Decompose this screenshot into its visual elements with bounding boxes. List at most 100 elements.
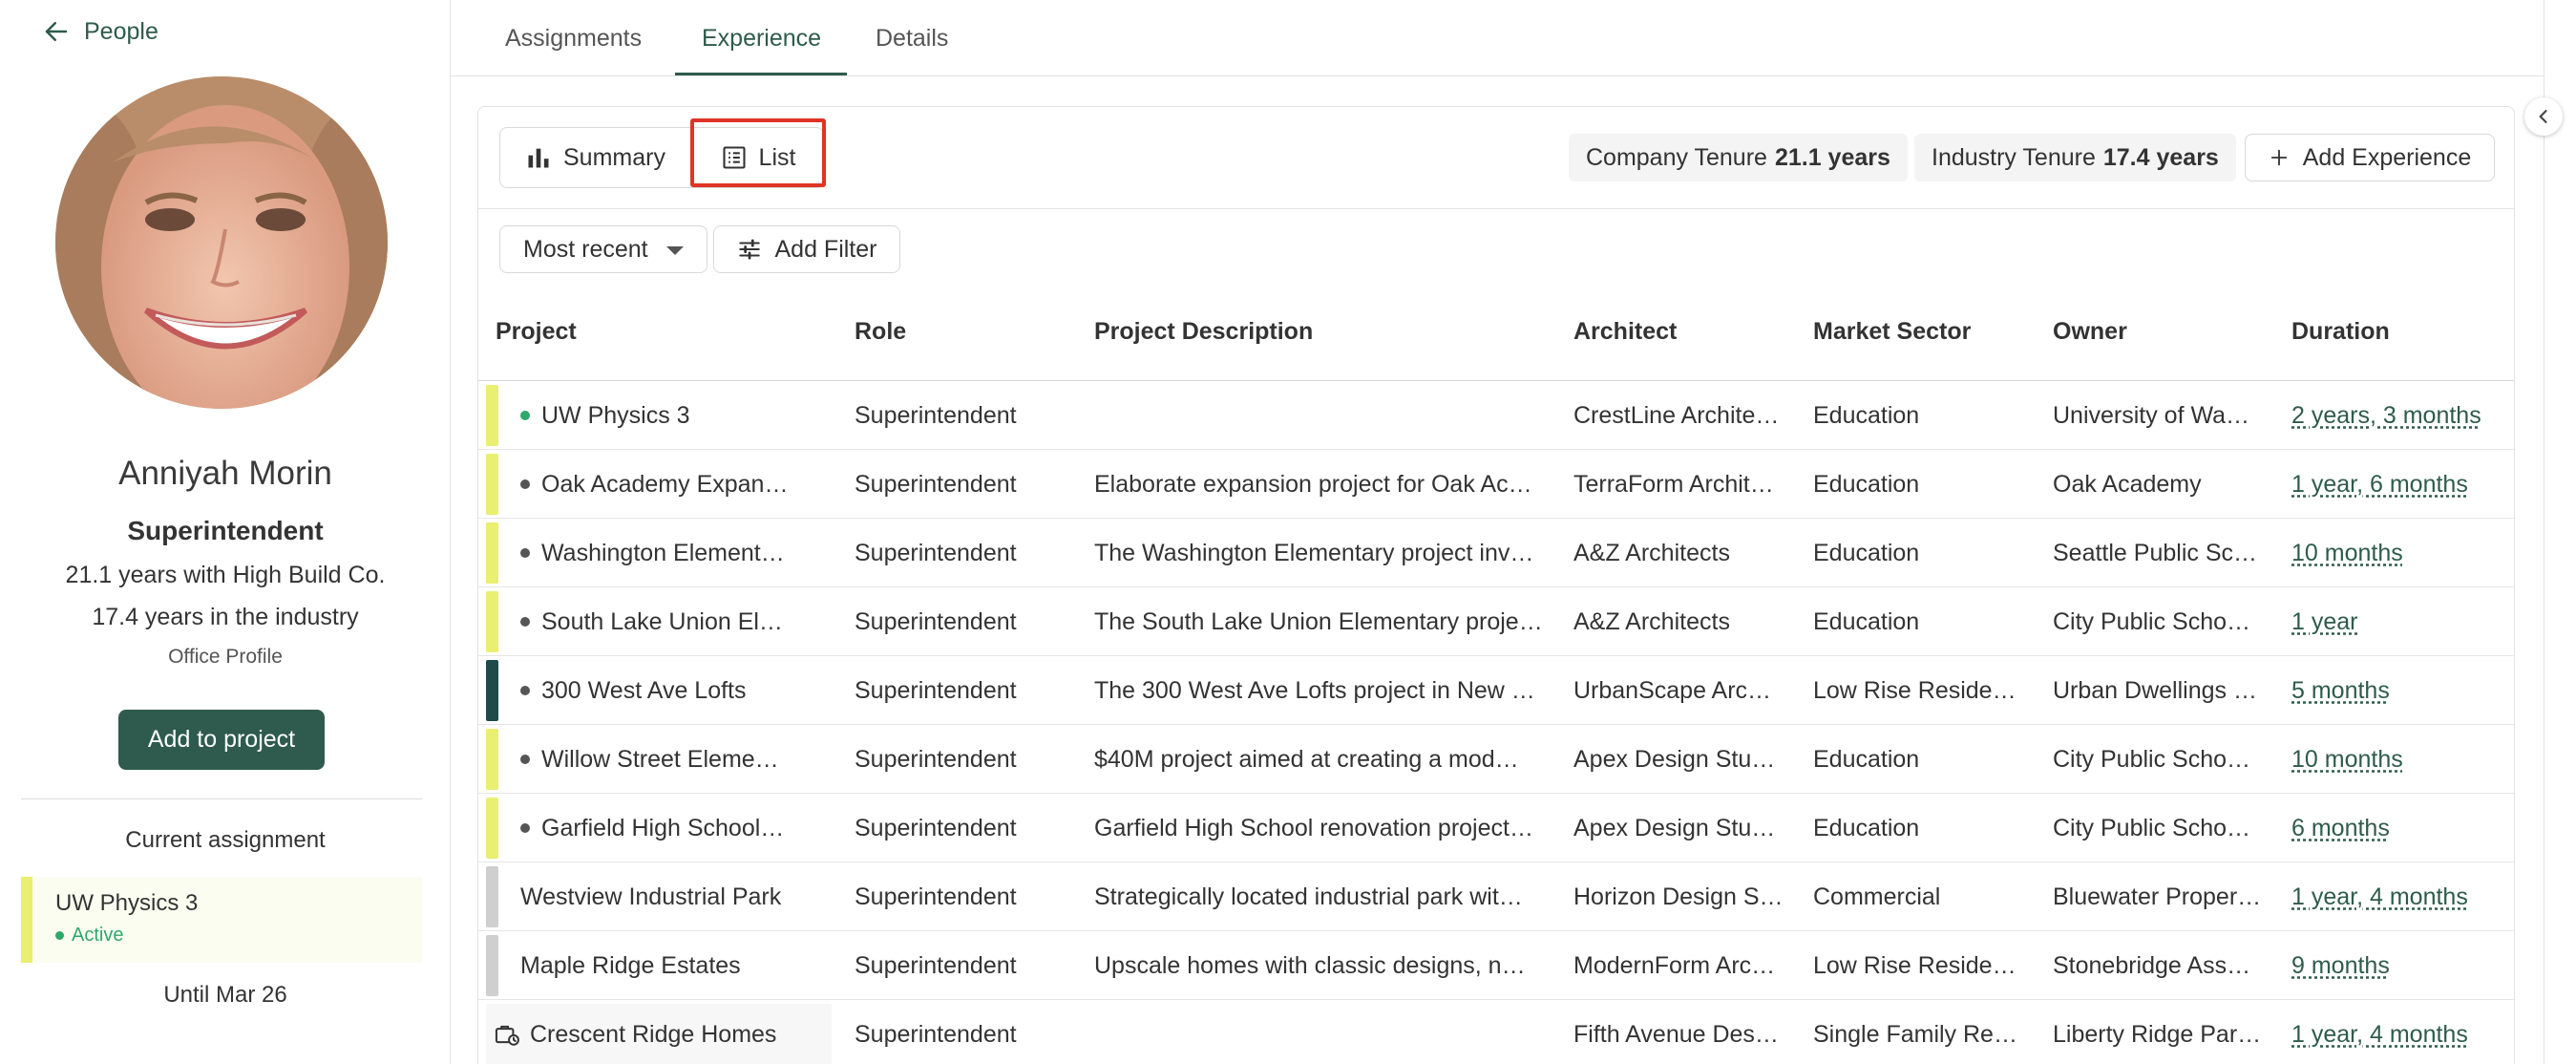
person-role: Superintendent	[127, 516, 324, 545]
column-header-owner[interactable]: Owner	[2053, 318, 2127, 346]
role-cell: Superintendent	[855, 745, 1017, 773]
description-cell: $40M project aimed at creating a mod…	[1094, 745, 1519, 773]
project-cell: Westview Industrial Park	[520, 883, 782, 910]
owner-cell: City Public Scho…	[2053, 814, 2251, 841]
column-header-duration[interactable]: Duration	[2291, 318, 2390, 346]
duration-link[interactable]: 10 months	[2291, 540, 2403, 567]
sector-color-bar	[486, 866, 498, 927]
list-icon	[722, 146, 746, 169]
industry-tenure-label: Industry Tenure	[1932, 143, 2096, 171]
architect-cell: Horizon Design S…	[1573, 883, 1784, 910]
project-cell: Washington Element…	[520, 519, 835, 587]
table-row[interactable]: Garfield High School… Superintendent Gar…	[478, 794, 2514, 862]
role-cell: Superintendent	[855, 1020, 1017, 1048]
description-cell: The Washington Elementary project inv…	[1094, 539, 1534, 566]
table-row[interactable]: Willow Street Eleme… Superintendent $40M…	[478, 725, 2514, 794]
sector-color-bar	[486, 385, 498, 446]
industry-tenure-pill: Industry Tenure 17.4 years	[1914, 134, 2236, 181]
dot-icon	[520, 548, 530, 558]
tab-assignments[interactable]: Assignments	[505, 0, 642, 76]
duration-cell: 1 year, 6 months	[2291, 450, 2511, 519]
industry-tenure-value: 17.4 years	[2102, 143, 2219, 171]
duration-link[interactable]: 6 months	[2291, 815, 2390, 842]
company-years-text: 21.1 years with High Build Co.	[65, 562, 386, 588]
owner-cell: Urban Dwellings …	[2053, 676, 2257, 704]
sector-color-bar	[486, 935, 498, 996]
duration-cell: 6 months	[2291, 794, 2511, 862]
table-header: Project Role Project Description Archite…	[478, 286, 2514, 381]
tab-details[interactable]: Details	[876, 0, 948, 76]
description-cell	[1094, 1000, 1562, 1064]
sector-color-bar	[486, 522, 498, 584]
column-header-architect[interactable]: Architect	[1573, 318, 1677, 346]
project-cell: Maple Ridge Estates	[520, 951, 741, 979]
column-header-market-sector[interactable]: Market Sector	[1813, 318, 1971, 346]
duration-link[interactable]: 10 months	[2291, 746, 2403, 774]
project-cell: Oak Academy Expan…	[520, 450, 835, 519]
sector-cell: Single Family Re…	[1813, 1020, 2017, 1048]
add-experience-button[interactable]: Add Experience	[2245, 134, 2495, 181]
table-row[interactable]: Maple Ridge Estates Superintendent Upsca…	[478, 931, 2514, 1000]
company-tenure-pill: Company Tenure 21.1 years	[1569, 134, 1908, 181]
role-cell: Superintendent	[855, 470, 1017, 498]
role-cell: Superintendent	[855, 951, 1017, 979]
current-assignment-card[interactable]: UW Physics 3 Active	[21, 877, 422, 963]
add-filter-button[interactable]: Add Filter	[713, 225, 900, 273]
dot-icon	[520, 686, 530, 695]
duration-link[interactable]: 1 year, 4 months	[2291, 883, 2468, 911]
sort-select[interactable]: Most recent	[499, 225, 707, 273]
office-profile-link[interactable]: Office Profile	[0, 646, 451, 669]
duration-link[interactable]: 1 year, 4 months	[2291, 1021, 2468, 1049]
summary-view-label: Summary	[563, 143, 665, 171]
duration-link[interactable]: 1 year, 6 months	[2291, 471, 2468, 499]
description-cell: Strategically located industrial park wi…	[1094, 883, 1523, 910]
sector-cell: Education	[1813, 607, 1920, 635]
add-filter-label: Add Filter	[774, 235, 877, 263]
table-row[interactable]: Westview Industrial Park Superintendent …	[478, 862, 2514, 931]
tab-experience[interactable]: Experience	[702, 0, 821, 76]
description-cell: The 300 West Ave Lofts project in New …	[1094, 676, 1535, 704]
back-link-label: People	[84, 17, 158, 45]
project-cell: Willow Street Eleme…	[520, 725, 835, 794]
owner-cell: City Public Scho…	[2053, 607, 2251, 635]
table-row[interactable]: Washington Element… Superintendent The W…	[478, 519, 2514, 587]
role-cell: Superintendent	[855, 401, 1017, 429]
summary-view-button[interactable]: Summary	[525, 128, 665, 187]
table-row[interactable]: Oak Academy Expan… Superintendent Elabor…	[478, 450, 2514, 519]
table-row[interactable]: Crescent Ridge Homes Superintendent Fift…	[478, 1000, 2514, 1064]
add-to-project-button[interactable]: Add to project	[118, 710, 325, 770]
table-row[interactable]: UW Physics 3 Superintendent CrestLine Ar…	[478, 381, 2514, 450]
filter-row: Most recent Add Filter	[478, 209, 2514, 286]
bar-chart-icon	[528, 148, 549, 168]
architect-cell: ModernForm Arc…	[1573, 951, 1776, 979]
duration-link[interactable]: 9 months	[2291, 952, 2390, 980]
table-row[interactable]: South Lake Union El… Superintendent The …	[478, 587, 2514, 656]
table-row[interactable]: 300 West Ave Lofts Superintendent The 30…	[478, 656, 2514, 725]
add-experience-label: Add Experience	[2302, 143, 2472, 171]
architect-cell: Apex Design Stu…	[1573, 814, 1776, 841]
duration-link[interactable]: 2 years, 3 months	[2291, 402, 2481, 430]
column-header-description[interactable]: Project Description	[1094, 318, 1313, 346]
company-tenure-value: 21.1 years	[1774, 143, 1890, 171]
duration-cell: 10 months	[2291, 519, 2511, 587]
sector-cell: Low Rise Reside…	[1813, 676, 2016, 704]
duration-link[interactable]: 1 year	[2291, 608, 2357, 636]
duration-cell: 5 months	[2291, 656, 2511, 725]
duration-link[interactable]: 5 months	[2291, 677, 2390, 705]
project-cell: 300 West Ave Lofts	[520, 656, 835, 725]
column-header-role[interactable]: Role	[855, 318, 906, 346]
architect-cell: A&Z Architects	[1573, 539, 1730, 566]
collapse-panel-button[interactable]	[2524, 97, 2563, 136]
industry-years-text: 17.4 years in the industry	[92, 604, 359, 630]
experience-toolbar: Summary List Company Tenure 21.1 years I…	[478, 107, 2514, 209]
column-header-project[interactable]: Project	[496, 318, 577, 346]
description-cell: Upscale homes with classic designs, n…	[1094, 951, 1526, 979]
assignment-until-date: Until Mar 26	[163, 982, 287, 1008]
role-cell: Superintendent	[855, 539, 1017, 566]
sector-cell: Low Rise Reside…	[1813, 951, 2016, 979]
role-cell: Superintendent	[855, 814, 1017, 841]
sector-color-bar	[486, 591, 498, 652]
back-to-people-link[interactable]: People	[42, 17, 158, 46]
list-view-button[interactable]: List	[693, 128, 823, 187]
active-tab-indicator	[675, 73, 847, 75]
